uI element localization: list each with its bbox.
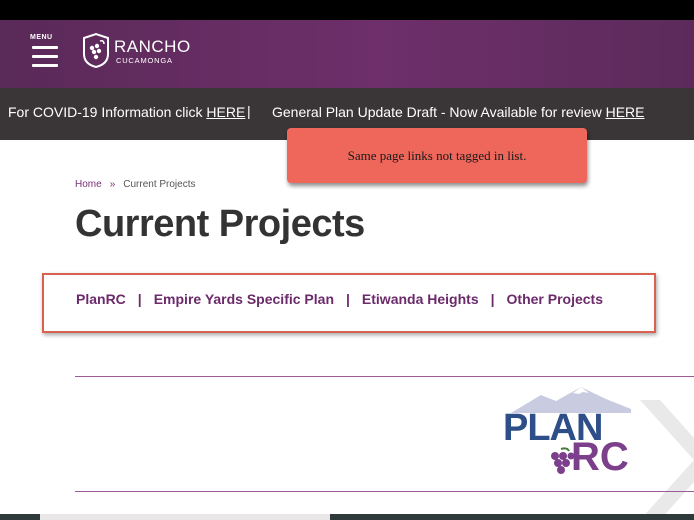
logo-title: RANCHO	[114, 37, 191, 56]
project-link-other-projects[interactable]: Other Projects	[507, 291, 603, 307]
divider-bottom	[75, 491, 694, 492]
site-header: MENU RANCHO CUCAMONGA	[0, 20, 694, 88]
plan-here-link[interactable]: HERE	[606, 104, 645, 120]
plan-alert: General Plan Update Draft - Now Availabl…	[272, 104, 644, 120]
top-black-bar	[0, 0, 694, 20]
menu-label: MENU	[30, 34, 53, 41]
annotation-tooltip: Same page links not tagged in list.	[287, 128, 587, 183]
divider-top	[75, 376, 694, 377]
logo-subtitle: CUCAMONGA	[116, 56, 173, 65]
covid-here-link[interactable]: HERE	[206, 104, 245, 120]
bottom-bar	[0, 514, 694, 520]
watermark-chevron	[640, 400, 694, 520]
project-link-separator: |	[137, 291, 142, 307]
alert-separator: |	[247, 103, 251, 119]
covid-alert: For COVID-19 Information click HERE	[8, 104, 245, 120]
plan-alert-text: General Plan Update Draft - Now Availabl…	[272, 104, 606, 120]
project-link-planrc[interactable]: PlanRC	[76, 291, 126, 307]
city-seal-icon	[83, 32, 109, 68]
breadcrumb-current: Current Projects	[123, 179, 196, 190]
breadcrumb: Home » Current Projects	[75, 179, 196, 190]
project-link-empire-yards[interactable]: Empire Yards Specific Plan	[154, 291, 334, 307]
bottom-bar-segment	[40, 514, 330, 520]
project-link-separator: |	[490, 291, 495, 307]
menu-button[interactable]: MENU	[30, 34, 60, 74]
menu-icon	[32, 46, 58, 73]
covid-alert-text: For COVID-19 Information click	[8, 104, 207, 120]
project-links: PlanRC | Empire Yards Specific Plan | Etiwan…	[76, 291, 603, 307]
breadcrumb-home-link[interactable]: Home	[75, 179, 102, 190]
page-title: Current Projects	[75, 203, 365, 245]
project-link-separator: |	[346, 291, 350, 307]
project-link-etiwanda-heights[interactable]: Etiwanda Heights	[362, 291, 479, 307]
breadcrumb-separator: »	[109, 179, 116, 190]
project-links-highlight: PlanRC | Empire Yards Specific Plan | Etiwan…	[42, 273, 656, 333]
